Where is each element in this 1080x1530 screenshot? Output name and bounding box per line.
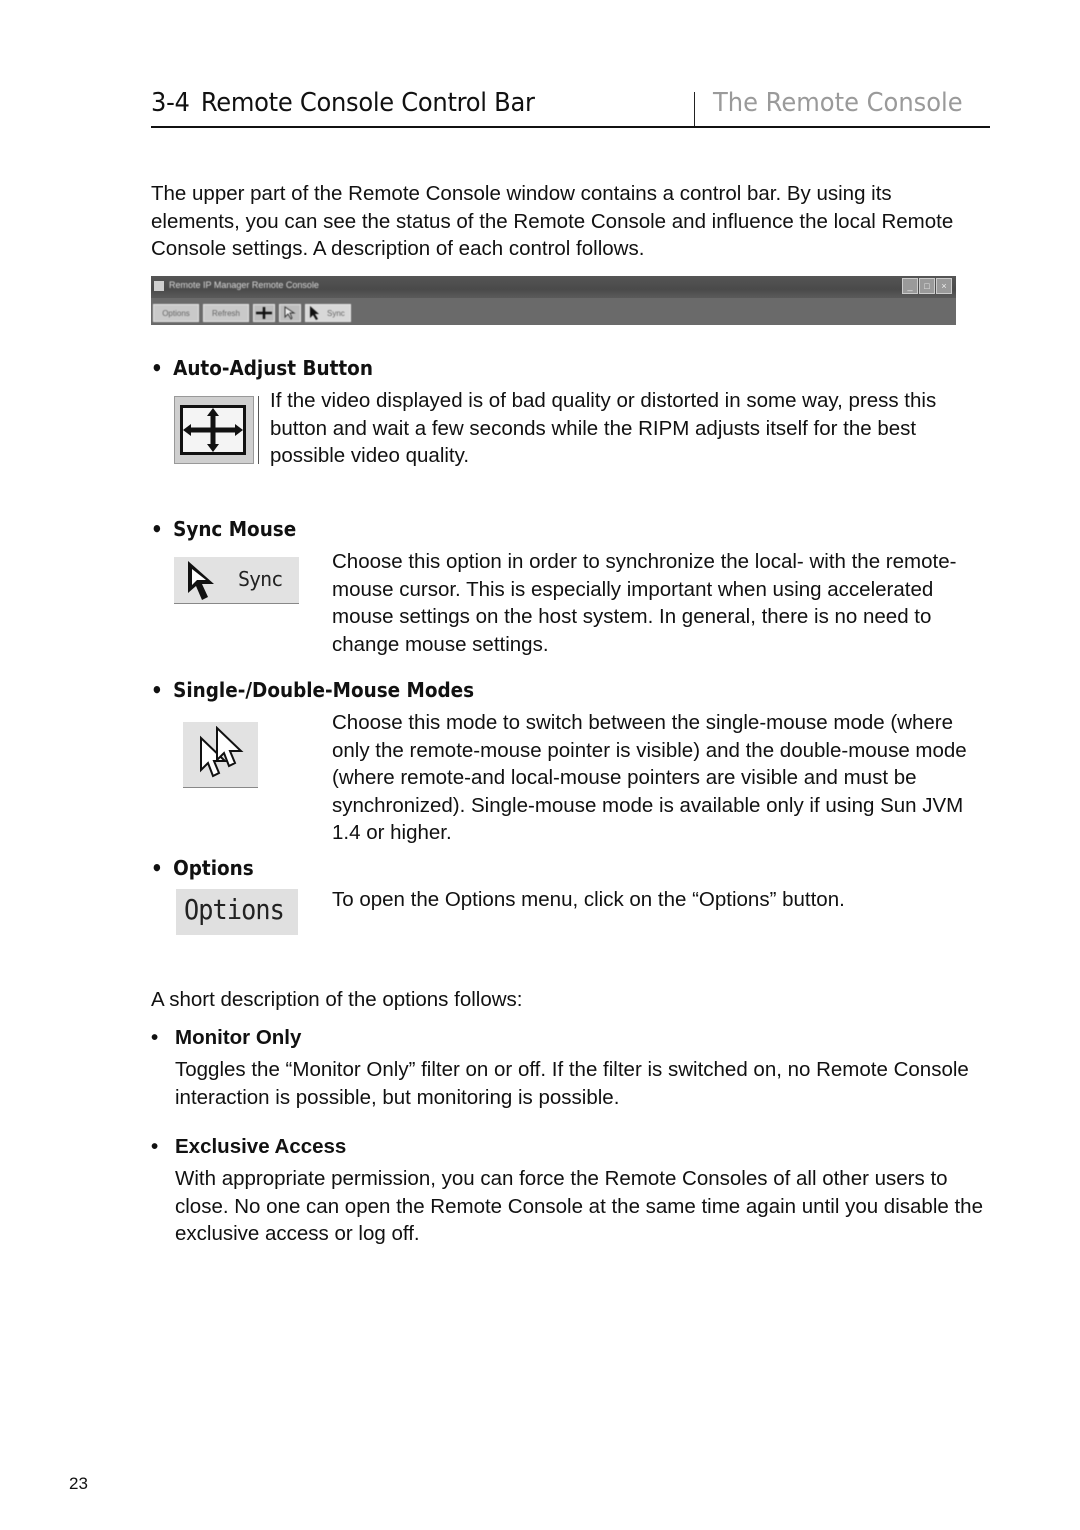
section-number: 3-4: [151, 88, 190, 118]
bullet: •: [151, 678, 163, 702]
bullet: •: [151, 856, 163, 880]
header-rule: [151, 126, 990, 128]
page-title: 3-4 Remote Console Control Bar: [151, 88, 535, 118]
auto-adjust-button-image: [174, 396, 259, 464]
options-button-image: Options: [176, 889, 298, 935]
heading-text: Options: [173, 856, 254, 880]
heading-text: Auto-Adjust Button: [173, 356, 373, 380]
heading-text: Exclusive Access: [175, 1135, 347, 1158]
sync-button-image: Sync: [174, 557, 299, 604]
bullet: •: [151, 1026, 159, 1049]
sync-thumb-label: Sync: [327, 308, 345, 318]
double-mouse-heading: • Single-/Double-Mouse Modes: [151, 678, 474, 702]
auto-adjust-icon: [180, 405, 246, 455]
close-icon: ×: [936, 278, 952, 294]
bullet: •: [151, 356, 163, 380]
sync-mouse-description: Choose this option in order to synchroni…: [332, 550, 957, 656]
exclusive-access-heading: • Exclusive Access: [151, 1135, 346, 1159]
bullet: •: [151, 517, 163, 541]
header-divider: [694, 92, 695, 126]
app-icon: [154, 281, 164, 291]
heading-text: Monitor Only: [175, 1026, 302, 1049]
window-title: Remote IP Manager Remote Console: [169, 280, 319, 290]
chapter-title: The Remote Console: [713, 88, 963, 118]
double-mouse-icon: [279, 304, 301, 322]
options-heading: • Options: [151, 856, 254, 880]
exclusive-access-description: With appropriate permission, you can for…: [175, 1167, 983, 1245]
control-bar-screenshot: Remote IP Manager Remote Console _ □ × O…: [151, 276, 956, 325]
monitor-only-description: Toggles the “Monitor Only” filter on or …: [175, 1058, 969, 1109]
section-title: Remote Console Control Bar: [200, 88, 535, 118]
cursor-icon: [310, 306, 319, 320]
options-label: Options: [184, 893, 285, 926]
sync-label: Sync: [238, 567, 283, 591]
double-mouse-description: Choose this mode to switch between the s…: [332, 711, 967, 844]
image-separator: [258, 396, 259, 464]
cursor-icon: [188, 561, 214, 600]
maximize-icon: □: [919, 278, 935, 294]
refresh-button-thumb: Refresh: [203, 304, 249, 322]
monitor-only-heading: • Monitor Only: [151, 1026, 301, 1050]
auto-adjust-heading: • Auto-Adjust Button: [151, 356, 373, 380]
minimize-icon: _: [902, 278, 918, 294]
auto-adjust-description: If the video displayed is of bad quality…: [270, 389, 937, 467]
sync-button-thumb: Sync: [305, 304, 351, 322]
options-intro: A short description of the options follo…: [151, 988, 523, 1011]
options-description: To open the Options menu, click on the “…: [332, 888, 845, 911]
heading-text: Single-/Double-Mouse Modes: [173, 678, 475, 702]
intro-paragraph: The upper part of the Remote Console win…: [151, 182, 954, 260]
heading-text: Sync Mouse: [173, 517, 297, 541]
options-button-thumb: Options: [153, 304, 199, 322]
auto-adjust-icon: [253, 304, 275, 322]
window-controls: _ □ ×: [902, 278, 952, 294]
control-bar-toolbar: Options Refresh Sync: [153, 304, 351, 322]
double-mouse-icon: [200, 726, 244, 778]
button-frame: [174, 396, 254, 464]
page-number: 23: [69, 1474, 88, 1493]
bullet: •: [151, 1135, 159, 1158]
sync-mouse-heading: • Sync Mouse: [151, 517, 296, 541]
window-title-bar: Remote IP Manager Remote Console _ □ ×: [151, 276, 956, 298]
double-mouse-button-image: [183, 722, 258, 788]
